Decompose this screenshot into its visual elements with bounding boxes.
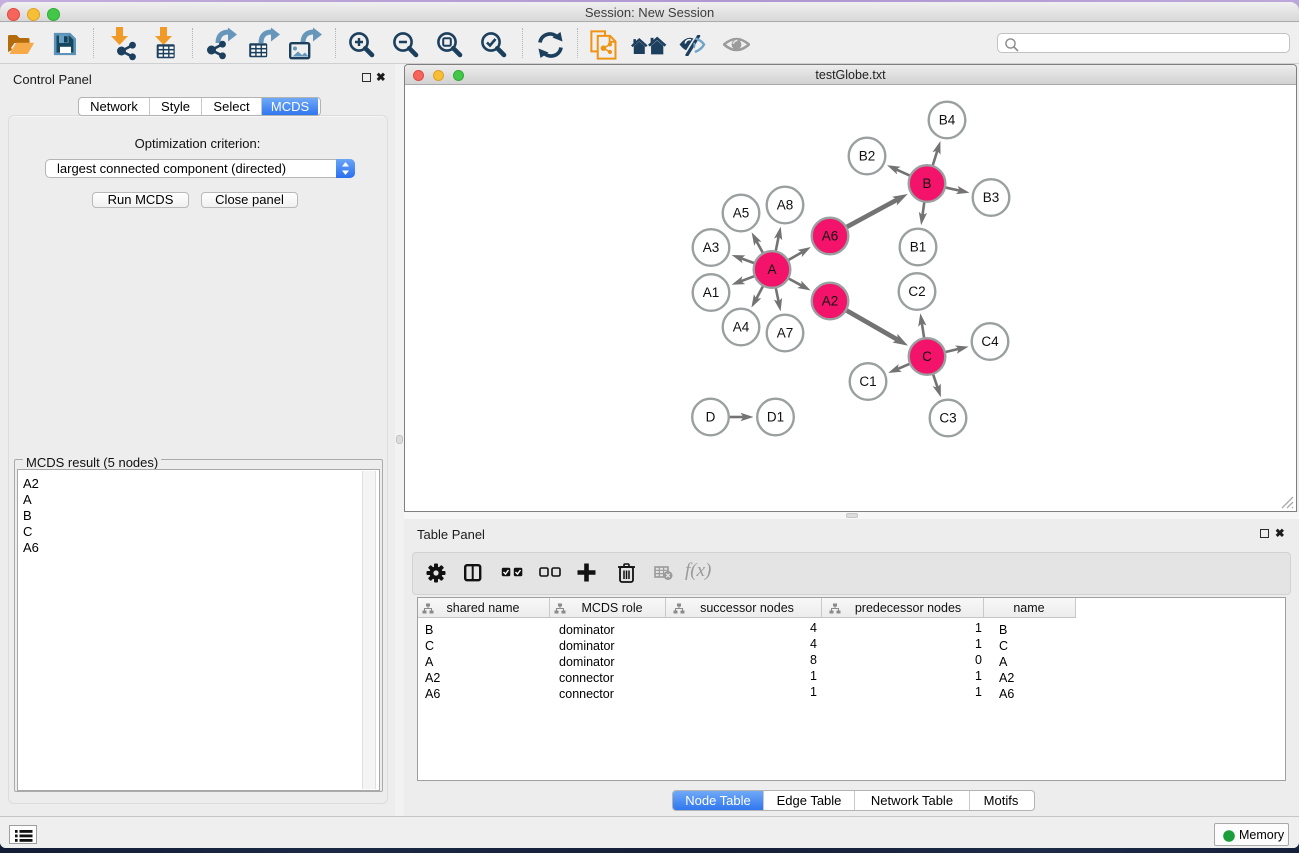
svg-text:C2: C2 [908, 284, 925, 299]
svg-text:A7: A7 [777, 326, 794, 341]
svg-text:C1: C1 [859, 374, 876, 389]
svg-text:C: C [922, 349, 932, 364]
svg-text:D1: D1 [767, 410, 784, 425]
svg-text:A4: A4 [733, 320, 750, 335]
svg-text:C4: C4 [981, 334, 999, 349]
svg-text:A5: A5 [733, 206, 750, 221]
svg-text:B: B [922, 176, 931, 191]
svg-text:B2: B2 [859, 149, 876, 164]
svg-text:A1: A1 [703, 285, 720, 300]
svg-text:A8: A8 [777, 198, 794, 213]
svg-text:A: A [767, 262, 776, 277]
svg-text:C3: C3 [939, 411, 956, 426]
svg-text:D: D [706, 410, 716, 425]
svg-text:A2: A2 [822, 294, 839, 309]
svg-text:A3: A3 [703, 240, 720, 255]
svg-text:B1: B1 [910, 240, 927, 255]
svg-text:B3: B3 [983, 190, 1000, 205]
svg-text:A6: A6 [822, 229, 839, 244]
svg-text:B4: B4 [939, 113, 956, 128]
